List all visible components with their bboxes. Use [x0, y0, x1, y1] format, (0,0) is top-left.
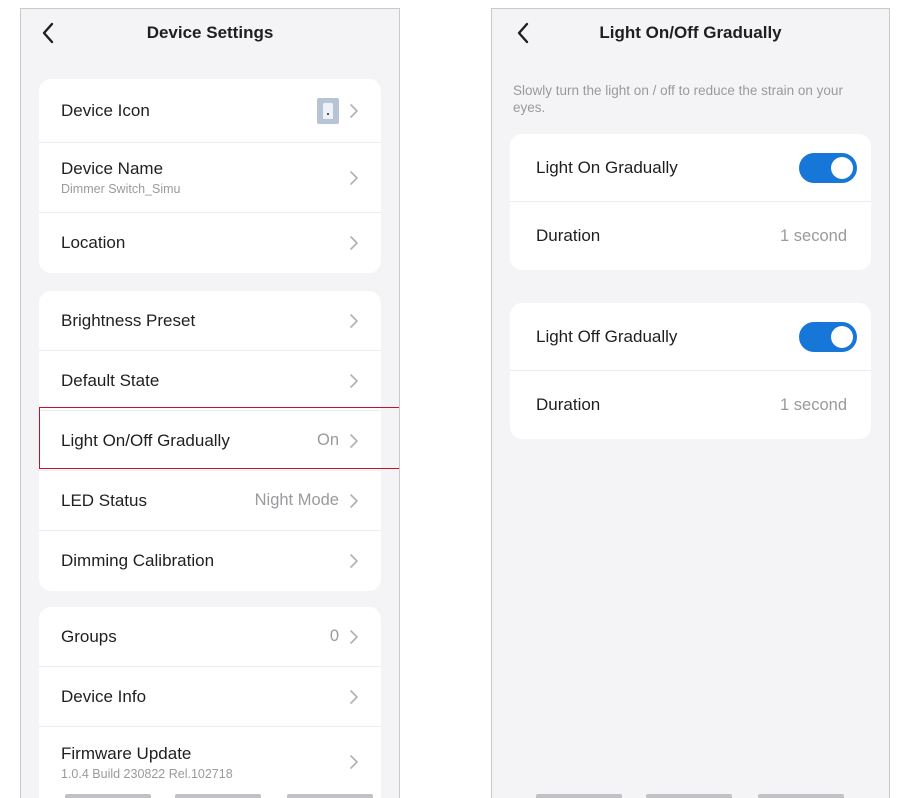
- row-light-off-gradually: Light Off Gradually: [510, 303, 871, 371]
- firmware-version: 1.0.4 Build 230822 Rel.102718: [61, 766, 233, 781]
- header: Device Settings: [21, 9, 399, 57]
- row-light-on-off-gradually[interactable]: Light On/Off Gradually On: [39, 411, 381, 471]
- row-value: Night Mode: [254, 491, 339, 509]
- light-off-gradually-toggle[interactable]: [799, 321, 857, 352]
- row-led-status[interactable]: LED Status Night Mode: [39, 471, 381, 531]
- chevron-right-icon: [350, 313, 358, 328]
- row-label: Light On/Off Gradually: [61, 430, 230, 450]
- row-brightness-preset[interactable]: Brightness Preset: [39, 291, 381, 351]
- device-info-card: Groups 0 Device Info Firmware Update 1.0…: [39, 607, 381, 798]
- nav-bar-segment: [175, 794, 261, 798]
- row-light-on-duration[interactable]: Duration 1 second: [510, 202, 871, 270]
- chevron-right-icon: [350, 103, 358, 118]
- light-behavior-card: Brightness Preset Default State Light On…: [39, 291, 381, 591]
- duration-label: Duration: [536, 226, 601, 245]
- toggle-knob: [831, 156, 853, 179]
- row-label: Device Info: [61, 686, 147, 706]
- nav-bar-segment: [536, 794, 622, 798]
- row-device-info[interactable]: Device Info: [39, 667, 381, 727]
- chevron-right-icon: [350, 236, 358, 250]
- light-on-gradually-toggle[interactable]: [799, 152, 857, 183]
- row-label: Device Name: [61, 159, 164, 178]
- chevron-right-icon: [350, 433, 358, 448]
- row-label: Groups: [61, 626, 117, 646]
- chevron-right-icon: [350, 373, 358, 388]
- device-basics-card: Device Icon Device Name Dimmer Switch_Si…: [39, 79, 381, 273]
- chevron-right-icon: [350, 493, 358, 508]
- page-title: Light On/Off Gradually: [599, 23, 782, 42]
- row-label: Firmware Update: [61, 743, 192, 763]
- nav-bar-segment: [646, 794, 732, 798]
- header: Light On/Off Gradually: [492, 9, 889, 57]
- row-firmware-update[interactable]: Firmware Update 1.0.4 Build 230822 Rel.1…: [39, 727, 381, 797]
- chevron-right-icon: [350, 755, 358, 769]
- toggle-knob: [831, 325, 853, 348]
- chevron-right-icon: [350, 629, 358, 644]
- light-off-card: Light Off Gradually Duration 1 second: [510, 303, 871, 439]
- row-label: Default State: [61, 370, 160, 390]
- row-default-state[interactable]: Default State: [39, 351, 381, 411]
- page-title: Device Settings: [146, 23, 274, 42]
- nav-bar-segment: [65, 794, 151, 798]
- row-label: Brightness Preset: [61, 310, 196, 330]
- light-on-card: Light On Gradually Duration 1 second: [510, 134, 871, 270]
- duration-label: Duration: [536, 395, 601, 414]
- row-label: Device Icon: [61, 100, 150, 120]
- description-text: Slowly turn the light on / off to reduce…: [513, 83, 843, 115]
- device-switch-icon: [317, 97, 339, 124]
- chevron-right-icon: [350, 170, 358, 185]
- row-light-on-gradually: Light On Gradually: [510, 134, 871, 202]
- toggle-label: Light On Gradually: [536, 157, 678, 177]
- row-groups[interactable]: Groups 0: [39, 607, 381, 667]
- duration-value: 1 second: [780, 226, 847, 245]
- nav-bar-segment: [758, 794, 844, 798]
- row-value: On: [316, 431, 339, 449]
- toggle-label: Light Off Gradually: [536, 326, 678, 346]
- row-device-name[interactable]: Device Name Dimmer Switch_Simu: [39, 143, 381, 213]
- chevron-right-icon: [350, 554, 358, 568]
- nav-bar-segment: [287, 794, 373, 798]
- row-device-icon[interactable]: Device Icon: [39, 79, 381, 143]
- row-dimming-calibration[interactable]: Dimming Calibration: [39, 531, 381, 591]
- row-light-off-duration[interactable]: Duration 1 second: [510, 371, 871, 439]
- device-settings-screen: Device Settings Device Icon Device Name …: [20, 8, 400, 798]
- duration-value: 1 second: [780, 395, 847, 414]
- light-gradually-screen: Light On/Off Gradually Slowly turn the l…: [491, 8, 890, 798]
- row-location[interactable]: Location: [39, 213, 381, 273]
- row-value: 0: [329, 627, 339, 645]
- row-label: LED Status: [61, 490, 147, 510]
- device-name-value: Dimmer Switch_Simu: [61, 182, 181, 196]
- chevron-right-icon: [350, 689, 358, 704]
- row-label: Dimming Calibration: [61, 551, 215, 570]
- row-label: Location: [61, 233, 126, 252]
